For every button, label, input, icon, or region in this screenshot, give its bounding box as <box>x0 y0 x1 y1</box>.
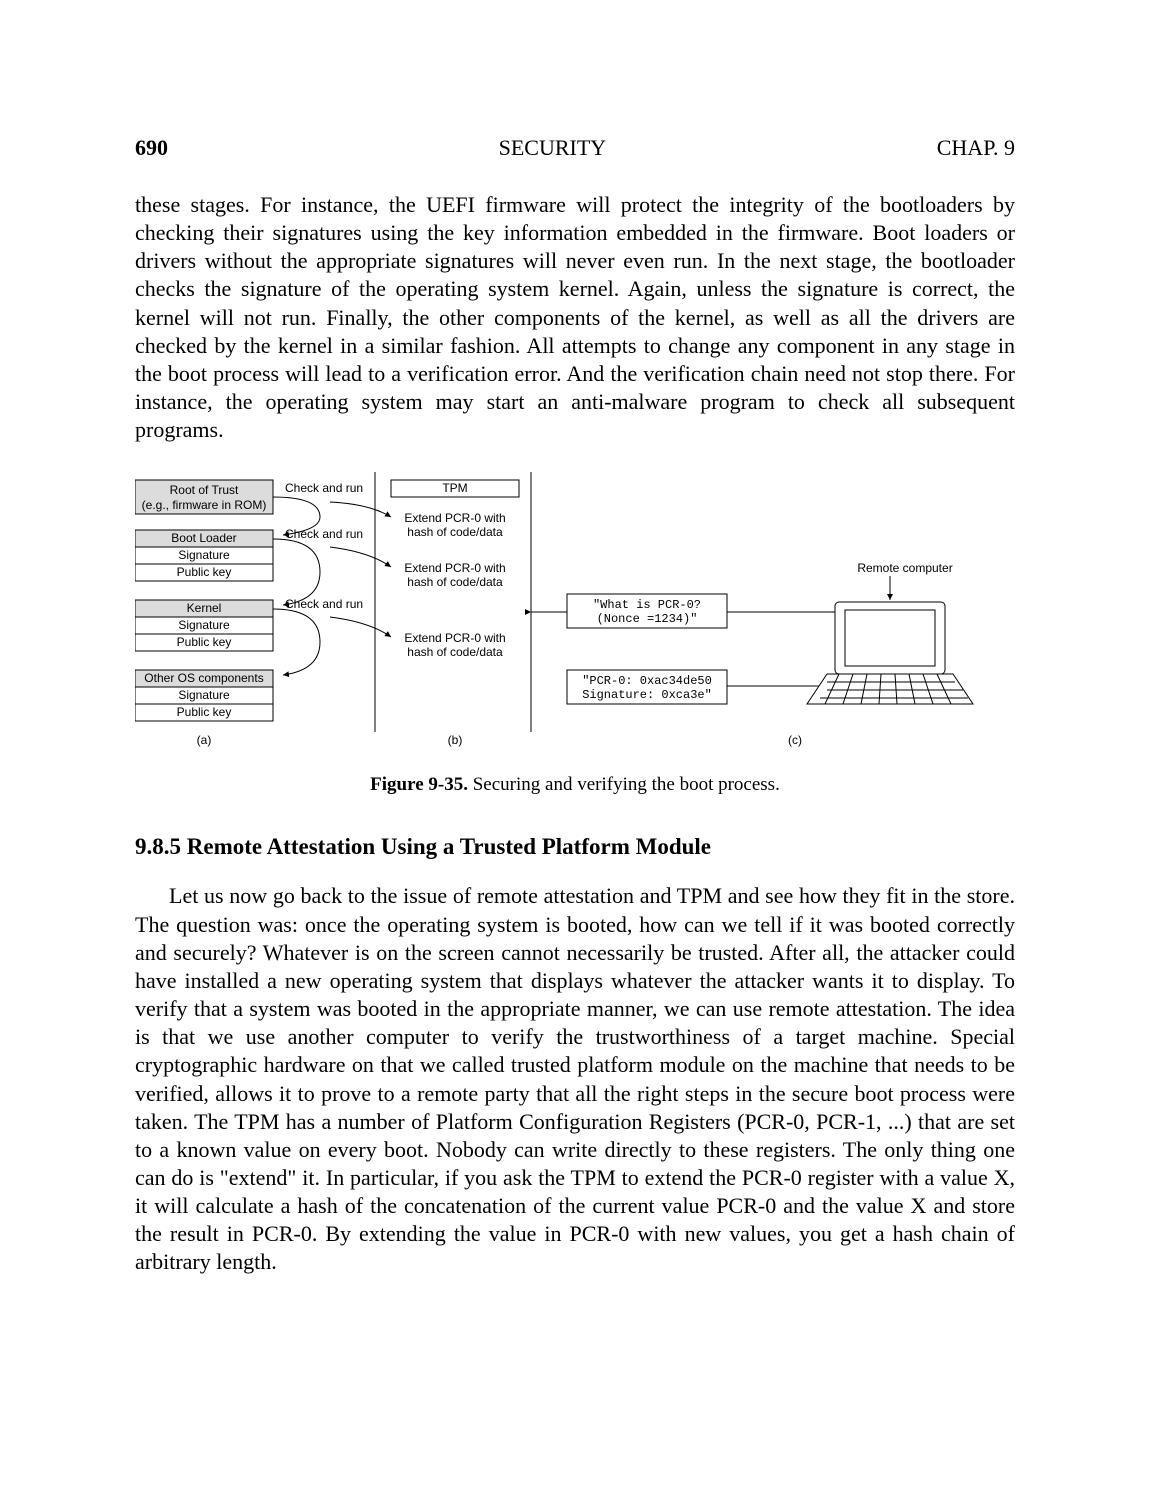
msg2-line1: "PCR-0: 0xac34de50 <box>582 674 712 688</box>
extend-1a: Extend PCR-0 with <box>404 511 505 525</box>
page-number: 690 <box>135 135 168 161</box>
msg1-line1: "What is PCR-0? <box>593 598 701 612</box>
public-key-label-3: Public key <box>177 705 232 719</box>
signature-label-3: Signature <box>178 688 230 702</box>
check-run-2: Check and run <box>285 527 363 541</box>
figure-number: Figure 9-35. <box>370 774 468 795</box>
extend-3a: Extend PCR-0 with <box>404 631 505 645</box>
signature-label-1: Signature <box>178 548 230 562</box>
signature-label-2: Signature <box>178 618 230 632</box>
body-paragraph-1: these stages. For instance, the UEFI fir… <box>135 191 1015 444</box>
public-key-label-1: Public key <box>177 565 232 579</box>
section-heading-9-8-5: 9.8.5 Remote Attestation Using a Trusted… <box>135 834 1015 860</box>
public-key-label-2: Public key <box>177 635 232 649</box>
extend-2a: Extend PCR-0 with <box>404 561 505 575</box>
msg1-line2: (Nonce =1234)" <box>597 612 698 626</box>
col-label-a: (a) <box>197 733 212 747</box>
page-header: 690 SECURITY CHAP. 9 <box>135 135 1015 161</box>
extend-1b: hash of code/data <box>407 525 503 539</box>
check-run-1: Check and run <box>285 481 363 495</box>
tpm-label: TPM <box>442 481 467 495</box>
kernel-label: Kernel <box>187 601 222 615</box>
remote-computer-label: Remote computer <box>857 561 952 575</box>
figure-9-35: Root of Trust (e.g., firmware in ROM) Bo… <box>135 472 1015 796</box>
col-label-b: (b) <box>448 733 463 747</box>
extend-3b: hash of code/data <box>407 645 503 659</box>
extend-2b: hash of code/data <box>407 575 503 589</box>
root-of-trust-label: Root of Trust <box>170 483 239 497</box>
chapter-label: CHAP. 9 <box>937 135 1015 161</box>
check-run-3: Check and run <box>285 597 363 611</box>
boot-loader-label: Boot Loader <box>171 531 236 545</box>
header-title: SECURITY <box>499 135 607 161</box>
figure-diagram: Root of Trust (e.g., firmware in ROM) Bo… <box>135 472 1015 752</box>
msg2-line2: Signature: 0xca3e" <box>582 688 712 702</box>
col-label-c: (c) <box>788 733 802 747</box>
figure-caption-text: Securing and verifying the boot process. <box>468 774 780 795</box>
root-of-trust-sub: (e.g., firmware in ROM) <box>142 498 267 512</box>
figure-caption: Figure 9-35. Securing and verifying the … <box>135 774 1015 796</box>
body-paragraph-2: Let us now go back to the issue of remot… <box>135 882 1015 1276</box>
other-os-label: Other OS components <box>144 671 263 685</box>
